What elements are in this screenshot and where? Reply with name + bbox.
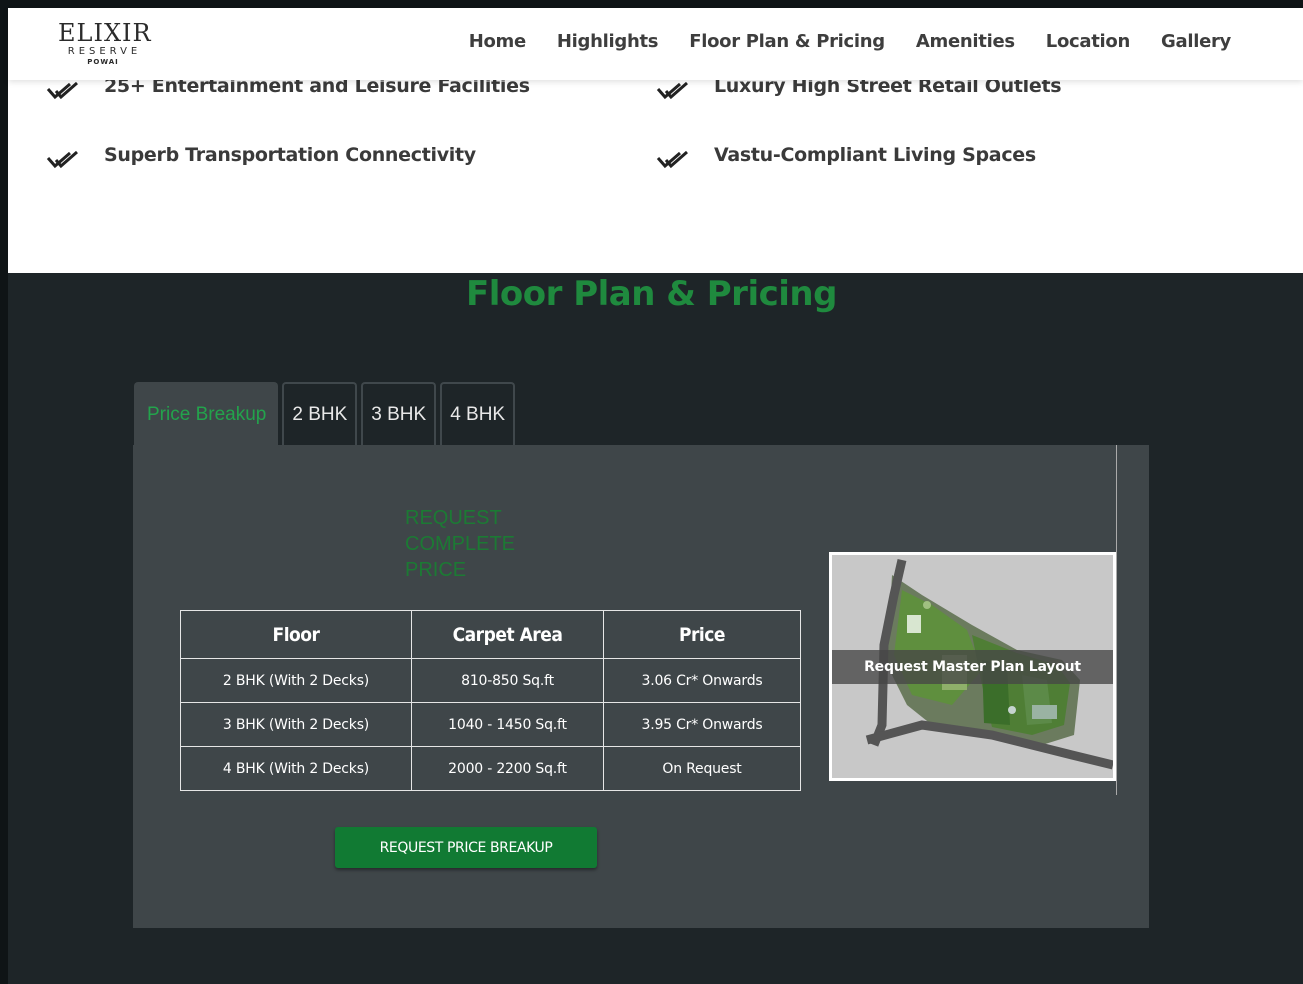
nav-gallery[interactable]: Gallery (1161, 31, 1231, 52)
master-plan-card[interactable]: Request Master Plan Layout (829, 552, 1116, 781)
cell-price: On Request (603, 746, 801, 791)
logo-line1: ELIXIR (58, 19, 152, 47)
site-header: ELIXIR RESERVE POWAI Home Highlights Flo… (8, 8, 1303, 80)
highlight-text: Vastu-Compliant Living Spaces (714, 144, 1036, 166)
nav-highlights[interactable]: Highlights (557, 31, 659, 52)
cell-price: 3.95 Cr* Onwards (603, 702, 801, 747)
cell-floor: 2 BHK (With 2 Decks) (180, 658, 412, 703)
cell-carpet-area: 810-850 Sq.ft (411, 658, 604, 703)
request-complete-price-link[interactable]: REQUEST COMPLETE PRICE (405, 505, 525, 583)
table-row: 3 BHK (With 2 Decks) 1040 - 1450 Sq.ft 3… (180, 702, 801, 747)
double-check-icon (46, 81, 78, 100)
double-check-icon (46, 150, 78, 169)
nav-location[interactable]: Location (1046, 31, 1131, 52)
cell-carpet-area: 2000 - 2200 Sq.ft (411, 746, 604, 791)
cell-floor: 4 BHK (With 2 Decks) (180, 746, 412, 791)
highlight-item: Vastu-Compliant Living Spaces (656, 144, 1036, 172)
tab-4-bhk[interactable]: 4 BHK (440, 382, 516, 446)
tab-price-breakup[interactable]: Price Breakup (134, 382, 279, 446)
double-check-icon (656, 81, 688, 100)
highlight-text: Superb Transportation Connectivity (104, 144, 476, 166)
nav-amenities[interactable]: Amenities (916, 31, 1015, 52)
request-price-breakup-button[interactable]: REQUEST PRICE BREAKUP (335, 827, 597, 868)
tab-panel: REQUEST COMPLETE PRICE Floor Carpet Area… (133, 445, 1149, 928)
divider (1116, 445, 1117, 795)
tab-2-bhk[interactable]: 2 BHK (282, 382, 358, 446)
table-row: 2 BHK (With 2 Decks) 810-850 Sq.ft 3.06 … (180, 658, 801, 703)
cell-carpet-area: 1040 - 1450 Sq.ft (411, 702, 604, 747)
column-header-floor: Floor (180, 610, 412, 659)
cell-floor: 3 BHK (With 2 Decks) (180, 702, 412, 747)
nav-home[interactable]: Home (469, 31, 527, 52)
highlight-item: Superb Transportation Connectivity (46, 144, 476, 172)
pricing-tabs: Price Breakup 2 BHK 3 BHK 4 BHK (134, 382, 516, 446)
section-title: Floor Plan & Pricing (466, 274, 837, 314)
logo-line2: RESERVE (67, 46, 142, 57)
logo-line3: POWAI (87, 58, 119, 66)
request-master-plan-label[interactable]: Request Master Plan Layout (832, 650, 1113, 684)
site-logo[interactable]: ELIXIR RESERVE POWAI (58, 19, 152, 67)
column-header-price: Price (603, 610, 801, 659)
column-header-carpet-area: Carpet Area (411, 610, 604, 659)
table-header-row: Floor Carpet Area Price (180, 610, 801, 659)
double-check-icon (656, 150, 688, 169)
tab-3-bhk[interactable]: 3 BHK (361, 382, 437, 446)
price-table: Floor Carpet Area Price 2 BHK (With 2 De… (180, 610, 801, 791)
nav-floor-plan-pricing[interactable]: Floor Plan & Pricing (689, 31, 885, 52)
cell-price: 3.06 Cr* Onwards (603, 658, 801, 703)
table-row: 4 BHK (With 2 Decks) 2000 - 2200 Sq.ft O… (180, 746, 801, 791)
main-nav: Home Highlights Floor Plan & Pricing Ame… (469, 31, 1232, 52)
